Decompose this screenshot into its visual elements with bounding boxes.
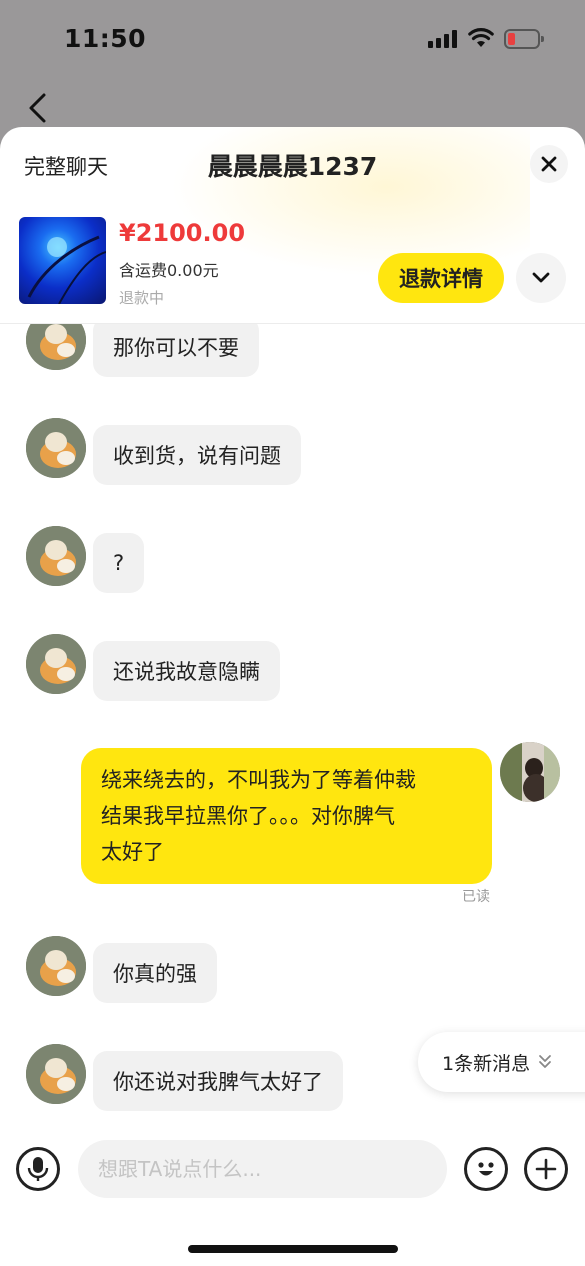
message-list: 那你可以不要 收到货，说有问题 ? 还说我故意隐瞒 绕来绕去的，不叫我为了等着仲… [0,324,585,1124]
contact-avatar[interactable] [26,526,86,586]
microphone-icon [27,1157,49,1181]
chevron-down-icon [532,272,550,283]
contact-avatar[interactable] [26,634,86,694]
message-input[interactable] [78,1140,447,1198]
incoming-message[interactable]: 你还说对我脾气太好了 [93,1051,343,1111]
new-message-label: 1条新消息 [442,1052,531,1075]
wifi-icon [468,28,494,47]
expand-button[interactable] [516,253,566,303]
incoming-message[interactable]: 你真的强 [93,943,217,1003]
incoming-message[interactable]: 收到货，说有问题 [93,425,301,485]
new-message-pill[interactable]: 1条新消息 [418,1032,585,1092]
double-chevron-down-icon [539,1055,551,1068]
plus-icon [535,1158,557,1180]
chat-header: 完整聊天 晨晨晨晨1237 [0,127,585,197]
incoming-message[interactable]: 那你可以不要 [93,324,259,377]
contact-avatar[interactable] [26,936,86,996]
emoji-button[interactable] [464,1147,508,1191]
message-line: 结果我早拉黑你了。。。对你脾气 [101,804,395,828]
message-line: 绕来绕去的，不叫我为了等着仲裁 [101,768,416,792]
incoming-message[interactable]: ? [93,533,145,593]
emoji-icon [478,1162,494,1176]
input-bar [0,1130,585,1210]
product-thumbnail[interactable] [19,217,106,304]
order-status: 退款中 [119,289,165,307]
chat-title: 晨晨晨晨1237 [207,152,378,181]
battery-icon [504,29,544,49]
outgoing-message[interactable]: 绕来绕去的，不叫我为了等着仲裁 结果我早拉黑你了。。。对你脾气 太好了 [81,748,492,884]
contact-avatar[interactable] [26,1044,86,1104]
status-bar: 11:50 [0,0,585,78]
cellular-signal-icon [428,30,458,48]
contact-avatar[interactable] [26,324,86,370]
chat-sheet: 完整聊天 晨晨晨晨1237 ¥2100.00 含运费0.00元 退款中 退款详情 [0,127,585,1266]
product-card[interactable]: ¥2100.00 含运费0.00元 退款中 退款详情 [0,209,585,324]
close-button[interactable] [530,145,568,183]
incoming-message[interactable]: 还说我故意隐瞒 [93,641,280,701]
more-button[interactable] [524,1147,568,1191]
status-time: 11:50 [64,24,147,53]
shipping-fee: 含运费0.00元 [119,261,219,280]
message-line: 太好了 [101,840,164,864]
close-icon [541,156,557,172]
my-avatar[interactable] [500,742,560,802]
voice-button[interactable] [16,1147,60,1191]
read-status: 已读 [462,889,490,905]
home-indicator [188,1245,398,1253]
back-icon[interactable] [26,92,50,124]
contact-avatar[interactable] [26,418,86,478]
refund-details-button[interactable]: 退款详情 [378,253,504,303]
product-price: ¥2100.00 [119,219,246,247]
